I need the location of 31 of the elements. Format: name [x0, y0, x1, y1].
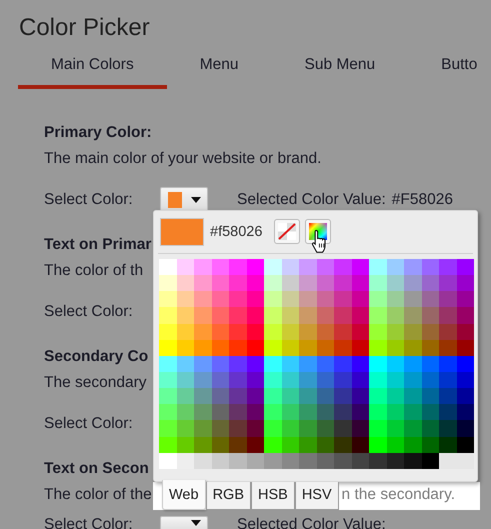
select-color-label: Select Color:	[44, 516, 134, 529]
section-heading: Secondary Co	[44, 347, 148, 367]
selected-value-label: Selected Color Value:	[237, 191, 386, 209]
select-color-label: Select Color:	[44, 303, 134, 321]
section-description: The main color of your website or brand.	[44, 149, 322, 169]
section-description: The secondary	[44, 373, 147, 393]
picker-tab[interactable]: HSV	[294, 482, 339, 510]
page-title: Color Picker	[18, 13, 151, 43]
selected-value: #F58026	[392, 191, 453, 209]
color-swatch-grid[interactable]	[159, 259, 474, 469]
selected-value-label: Selected Color Value:	[237, 516, 386, 529]
tab[interactable]: Sub Menu	[271, 50, 408, 89]
tab[interactable]: Main Colors	[18, 50, 167, 89]
section-heading: Text on Primar	[44, 235, 152, 255]
picker-tab[interactable]: HSB	[250, 482, 295, 510]
caret-icon	[191, 197, 201, 203]
tab[interactable]: Menu	[166, 50, 272, 89]
no-color-button[interactable]	[274, 219, 300, 244]
tab[interactable]: Butto	[408, 50, 491, 89]
section-description: n the secondary.	[342, 485, 455, 505]
color-picker-button[interactable]	[160, 516, 208, 529]
section-heading: Primary Color:	[44, 123, 152, 143]
picker-tab[interactable]: RGB	[206, 482, 251, 510]
select-color-label: Select Color:	[44, 415, 134, 433]
hex-value: #f58026	[210, 224, 262, 240]
select-color-label: Select Color:	[44, 191, 134, 209]
section-description: The color of the	[44, 485, 152, 505]
caret-icon	[191, 520, 201, 526]
section-heading: Text on Secon	[44, 459, 149, 479]
picker-tab[interactable]: Web	[162, 480, 206, 510]
section-description: The color of th	[44, 261, 144, 281]
